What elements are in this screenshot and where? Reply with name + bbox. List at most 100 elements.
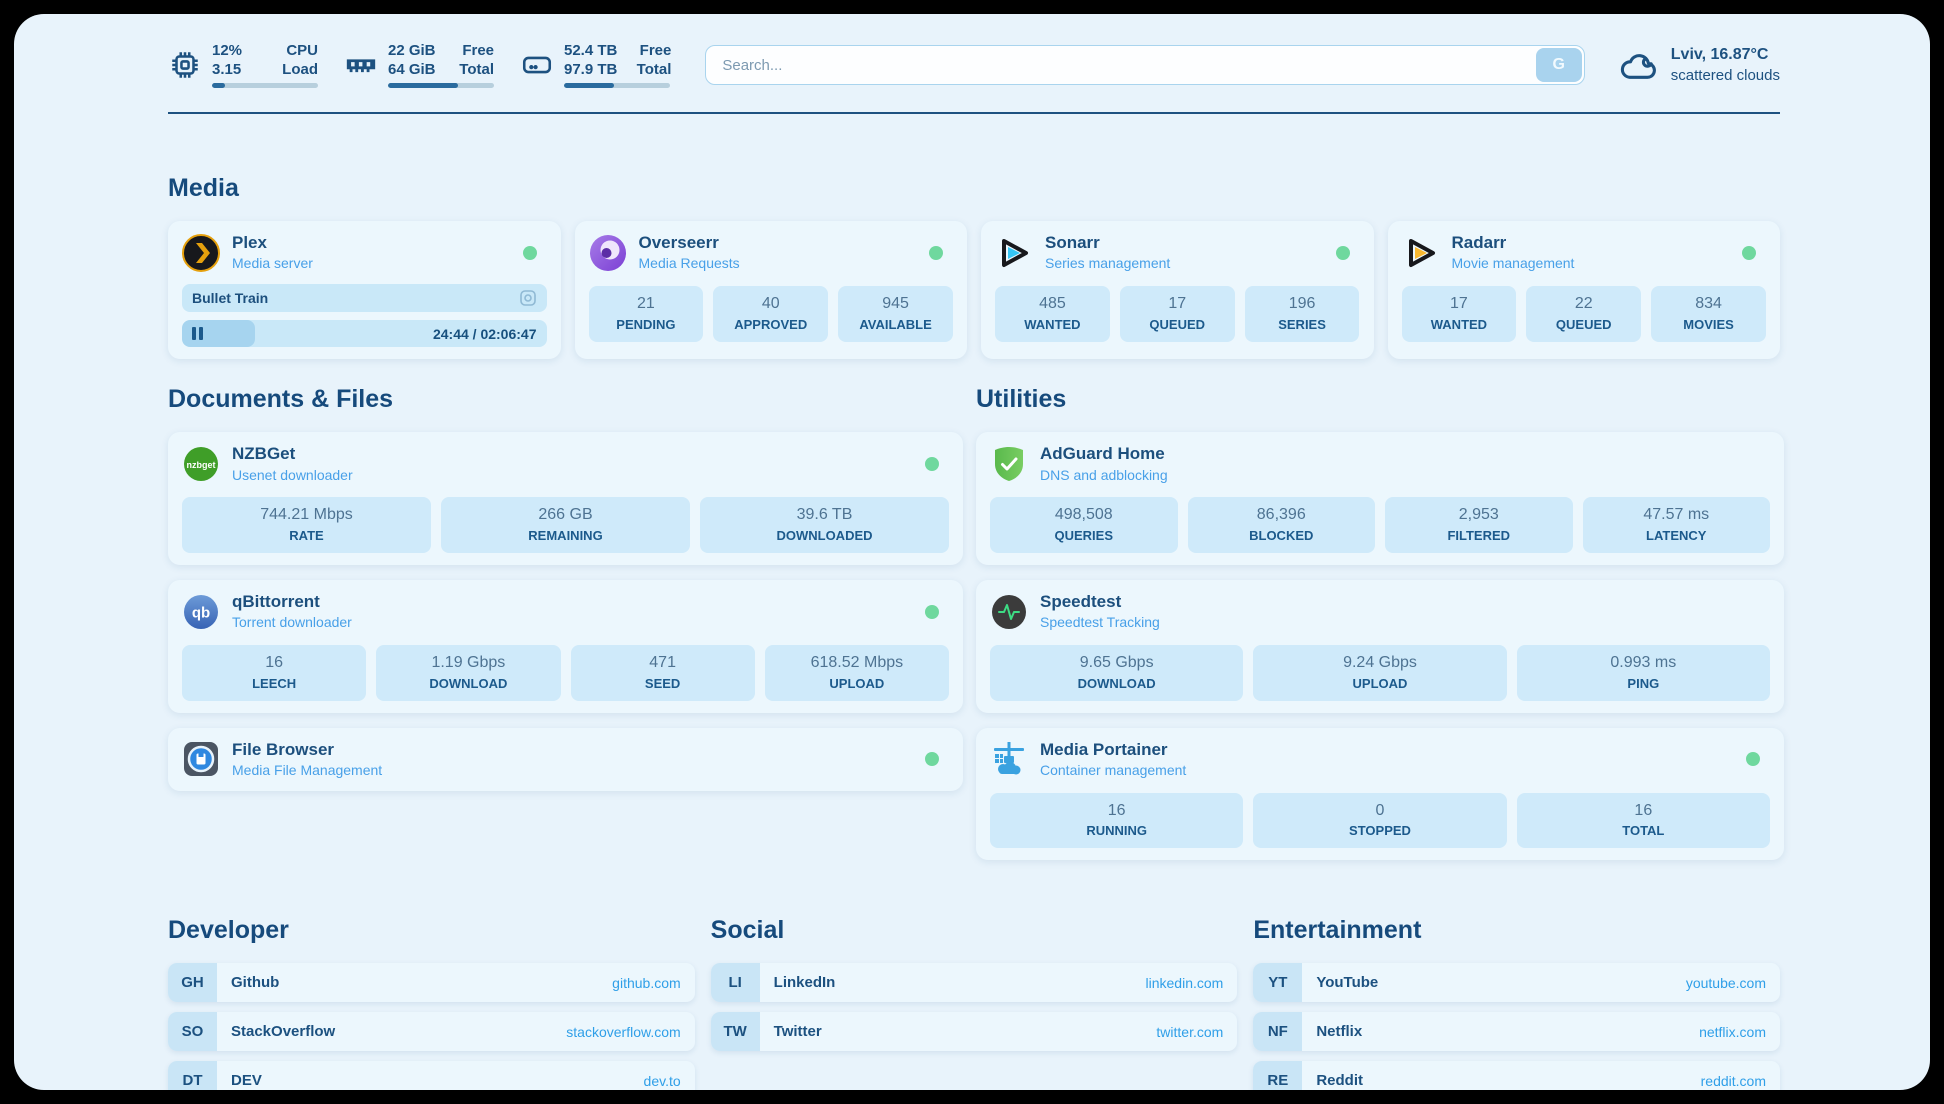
search-engine-button[interactable]: G xyxy=(1536,48,1582,82)
bookmark-name: Twitter xyxy=(774,1023,1157,1040)
stat-series: 196 SERIES xyxy=(1245,286,1360,342)
bookmark-name: Netflix xyxy=(1316,1023,1699,1040)
plex-progressbar[interactable]: 24:44 / 02:06:47 xyxy=(182,320,547,347)
radarr-icon xyxy=(1402,234,1440,272)
status-dot xyxy=(1336,246,1350,260)
bookmark-linkedin[interactable]: LI LinkedIn linkedin.com xyxy=(711,963,1238,1002)
bookmark-abbr: LI xyxy=(711,963,760,1002)
bookmark-abbr: RE xyxy=(1253,1061,1302,1090)
ram-free-label: Free xyxy=(450,42,494,61)
app-card-filebrowser[interactable]: File Browser Media File Management xyxy=(168,728,963,791)
media-grid: Plex Media server Bullet Train 24:44 / 0… xyxy=(168,221,1780,359)
header-divider xyxy=(168,112,1780,114)
cpu-percent: 12% xyxy=(212,42,264,61)
app-subtitle: Media server xyxy=(232,255,313,272)
nzbget-icon: nzbget xyxy=(182,445,220,483)
cpu-stat: 12% 3.15 CPU Load xyxy=(168,42,318,89)
bookmark-url[interactable]: dev.to xyxy=(644,1073,681,1089)
bookmark-reddit[interactable]: RE Reddit reddit.com xyxy=(1253,1061,1780,1090)
app-name: qBittorrent xyxy=(232,592,352,612)
ram-total-value: 64 GiB xyxy=(388,61,440,80)
stat-queries: 498,508 QUERIES xyxy=(990,497,1178,553)
app-card-overseerr[interactable]: Overseerr Media Requests 21 PENDING 40 A… xyxy=(575,221,968,359)
bookmark-twitter[interactable]: TW Twitter twitter.com xyxy=(711,1012,1238,1051)
bookmark-name: Reddit xyxy=(1316,1072,1700,1089)
qbittorrent-icon: qb xyxy=(182,593,220,631)
bookmark-netflix[interactable]: NF Netflix netflix.com xyxy=(1253,1012,1780,1051)
cloud-icon xyxy=(1619,48,1659,82)
stat-queued: 17 QUEUED xyxy=(1120,286,1235,342)
stat-downloaded: 39.6 TB DOWNLOADED xyxy=(700,497,949,553)
status-dot xyxy=(925,457,939,471)
stat-ping: 0.993 ms PING xyxy=(1517,645,1770,701)
app-card-sonarr[interactable]: Sonarr Series management 485 WANTED 17 Q… xyxy=(981,221,1374,359)
bookmark-youtube[interactable]: YT YouTube youtube.com xyxy=(1253,963,1780,1002)
playback-time: 24:44 / 02:06:47 xyxy=(433,326,537,342)
portainer-icon xyxy=(990,740,1028,778)
bookmark-name: YouTube xyxy=(1316,974,1686,991)
dashboard-panel: 12% 3.15 CPU Load xyxy=(14,14,1930,1090)
stat-download: 1.19 Gbps DOWNLOAD xyxy=(376,645,560,701)
app-card-speedtest[interactable]: Speedtest Speedtest Tracking 9.65 Gbps D… xyxy=(976,580,1784,713)
bookmark-url[interactable]: reddit.com xyxy=(1701,1073,1766,1089)
app-card-qbittorrent[interactable]: qb qBittorrent Torrent downloader 16 LEE… xyxy=(168,580,963,713)
cpu-load-value: 3.15 xyxy=(212,61,264,80)
status-dot xyxy=(925,752,939,766)
stat-wanted: 17 WANTED xyxy=(1402,286,1517,342)
disk-free-value: 52.4 TB xyxy=(564,42,617,61)
cpu-progressbar xyxy=(212,83,318,88)
bookmark-stackoverflow[interactable]: SO StackOverflow stackoverflow.com xyxy=(168,1012,695,1051)
app-subtitle: Movie management xyxy=(1452,255,1575,272)
stat-queued: 22 QUEUED xyxy=(1526,286,1641,342)
bookmark-url[interactable]: linkedin.com xyxy=(1146,975,1224,991)
app-card-portainer[interactable]: Media Portainer Container management 16 … xyxy=(976,728,1784,861)
app-name: Media Portainer xyxy=(1040,740,1186,760)
stat-pending: 21 PENDING xyxy=(589,286,704,342)
pause-icon[interactable] xyxy=(192,327,203,340)
overseerr-icon xyxy=(589,234,627,272)
system-stats: 12% 3.15 CPU Load xyxy=(168,42,671,89)
search-input[interactable] xyxy=(705,45,1584,85)
bookmark-group-social: Social LI LinkedIn linkedin.com TW Twitt… xyxy=(711,916,1238,1090)
app-card-plex[interactable]: Plex Media server Bullet Train 24:44 / 0… xyxy=(168,221,561,359)
bookmarks-grid: Developer GH Github github.com SO StackO… xyxy=(168,916,1780,1090)
ram-progressbar xyxy=(388,83,494,88)
stat-wanted: 485 WANTED xyxy=(995,286,1110,342)
bookmark-url[interactable]: twitter.com xyxy=(1156,1024,1223,1040)
stat-latency: 47.57 ms LATENCY xyxy=(1583,497,1771,553)
app-card-nzbget[interactable]: nzbget NZBGet Usenet downloader 744.21 M… xyxy=(168,432,963,565)
app-card-adguard[interactable]: AdGuard Home DNS and adblocking 498,508 … xyxy=(976,432,1784,565)
ram-icon xyxy=(344,48,378,82)
svg-text:qb: qb xyxy=(192,604,210,621)
bookmark-url[interactable]: netflix.com xyxy=(1699,1024,1766,1040)
disk-total-value: 97.9 TB xyxy=(564,61,617,80)
app-name: AdGuard Home xyxy=(1040,444,1168,464)
bookmark-url[interactable]: stackoverflow.com xyxy=(566,1024,680,1040)
app-name: Speedtest xyxy=(1040,592,1160,612)
app-subtitle: Usenet downloader xyxy=(232,467,353,484)
disk-stat: 52.4 TB 97.9 TB Free Total xyxy=(520,42,671,89)
ram-total-label: Total xyxy=(450,61,494,80)
stat-movies: 834 MOVIES xyxy=(1651,286,1766,342)
stat-available: 945 AVAILABLE xyxy=(838,286,953,342)
app-subtitle: Media Requests xyxy=(639,255,740,272)
search-bar: G xyxy=(705,45,1584,85)
bookmark-group-developer: Developer GH Github github.com SO StackO… xyxy=(168,916,695,1090)
app-card-radarr[interactable]: Radarr Movie management 17 WANTED 22 QUE… xyxy=(1388,221,1781,359)
bookmark-url[interactable]: github.com xyxy=(612,975,680,991)
svg-text:nzbget: nzbget xyxy=(187,460,216,470)
app-subtitle: Media File Management xyxy=(232,762,382,779)
bookmark-github[interactable]: GH Github github.com xyxy=(168,963,695,1002)
status-dot xyxy=(523,246,537,260)
utilities-column: AdGuard Home DNS and adblocking 498,508 … xyxy=(976,432,1784,860)
app-subtitle: DNS and adblocking xyxy=(1040,467,1168,484)
now-playing-title: Bullet Train xyxy=(192,290,511,306)
app-subtitle: Speedtest Tracking xyxy=(1040,614,1160,631)
stat-approved: 40 APPROVED xyxy=(713,286,828,342)
plex-icon xyxy=(182,234,220,272)
bookmark-url[interactable]: youtube.com xyxy=(1686,975,1766,991)
ram-stat: 22 GiB 64 GiB Free Total xyxy=(344,42,494,89)
bookmark-abbr: GH xyxy=(168,963,217,1002)
bookmark-dev[interactable]: DT DEV dev.to xyxy=(168,1061,695,1090)
stat-upload: 9.24 Gbps UPLOAD xyxy=(1253,645,1506,701)
